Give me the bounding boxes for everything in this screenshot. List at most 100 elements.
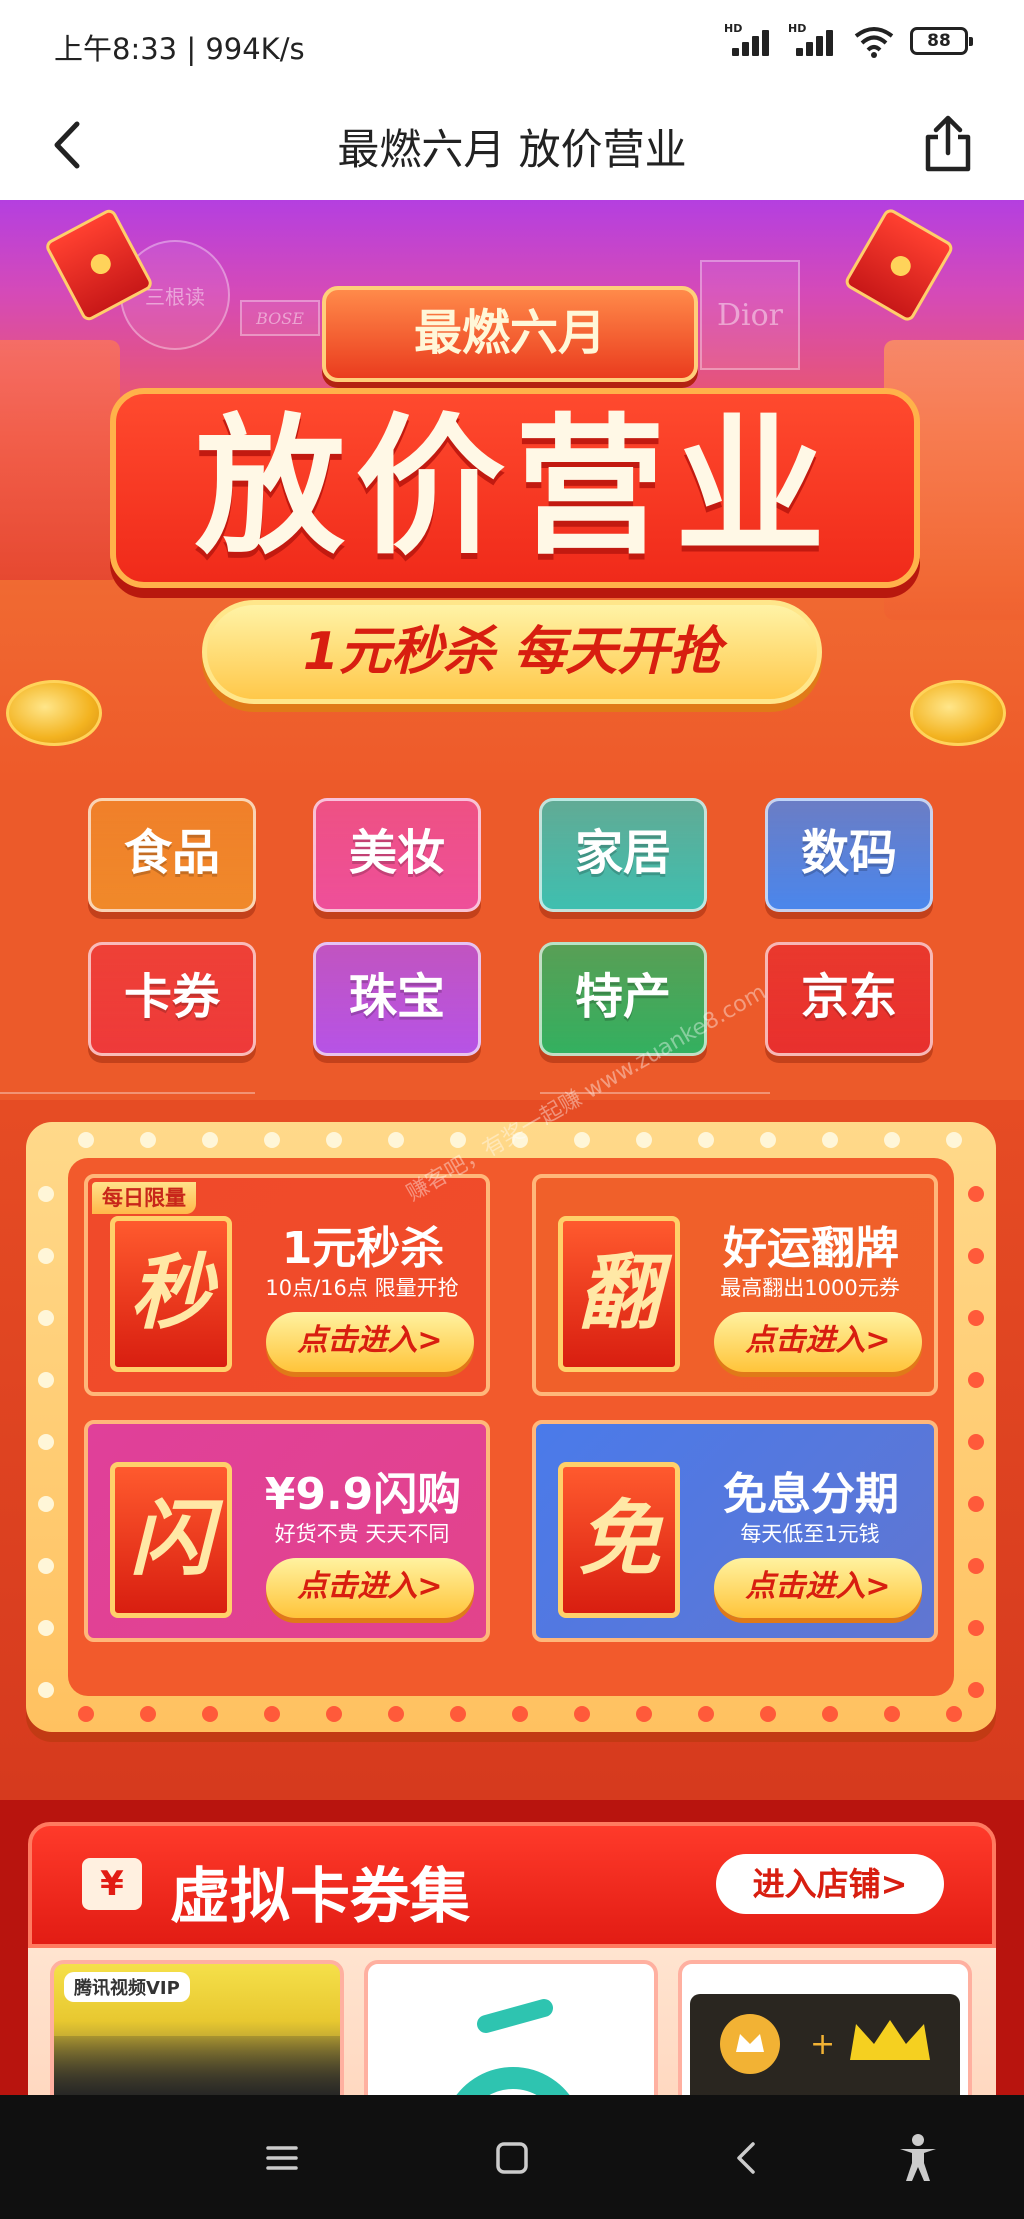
bulb-light [822, 1132, 838, 1148]
hd-label: HD [724, 22, 743, 35]
category-digital[interactable]: 数码 [765, 798, 933, 912]
voucher-card-tencent-video[interactable]: 腾讯视频VIP [50, 1960, 344, 2110]
category-home[interactable]: 家居 [539, 798, 707, 912]
bulb-light [38, 1620, 54, 1636]
status-time: 上午8:33 | 994K/s [54, 32, 305, 66]
shop-sign-bose: BOSE [240, 300, 320, 336]
enter-button[interactable]: 点击进入> [714, 1312, 922, 1372]
bulb-light [968, 1682, 984, 1698]
bulb-light [78, 1706, 94, 1722]
status-bar: 上午8:33 | 994K/s HD HD 88 [0, 0, 1024, 90]
gift-box-decoration [0, 340, 120, 580]
promo-inner: 每日限量 秒 1元秒杀 10点/16点 限量开抢 点击进入> 翻 好运翻牌 最高… [68, 1158, 954, 1696]
bulb-light [822, 1706, 838, 1722]
red-packet-icon [842, 206, 956, 324]
seckill-icon: 秒 [110, 1216, 232, 1372]
bulb-light [946, 1132, 962, 1148]
card-subtitle: 每天低至1元钱 [740, 1522, 880, 1546]
promo-card-installment[interactable]: 免 免息分期 每天低至1元钱 点击进入> [532, 1420, 938, 1642]
card-title: ¥9.9闪购 [264, 1469, 462, 1520]
free-icon: 免 [558, 1462, 680, 1618]
card-title: 1元秒杀 [281, 1223, 445, 1274]
card-subtitle: 好货不贵 天天不同 [274, 1522, 450, 1546]
bulb-light [968, 1248, 984, 1264]
bulb-light [698, 1132, 714, 1148]
promo-card-flash-sale[interactable]: 每日限量 秒 1元秒杀 10点/16点 限量开抢 点击进入> [84, 1174, 490, 1396]
bulb-light [968, 1186, 984, 1202]
bulb-light [140, 1706, 156, 1722]
voucher-section: ¥ 虚拟卡券集 进入店铺> 腾讯视频VIP + [0, 1800, 1024, 2110]
shop-sign-dior: Dior [700, 260, 800, 370]
bulb-light [388, 1706, 404, 1722]
bulb-light [140, 1132, 156, 1148]
category-jd[interactable]: 京东 [765, 942, 933, 1056]
home-button[interactable] [482, 2131, 542, 2185]
bulb-light [264, 1706, 280, 1722]
bulb-light [636, 1132, 652, 1148]
menu-icon [266, 2146, 298, 2170]
gold-coin-icon [910, 680, 1006, 746]
signal-icon-2: HD [788, 22, 838, 58]
bulb-light [202, 1706, 218, 1722]
ticket-icon: ¥ [82, 1858, 142, 1910]
share-icon [925, 115, 971, 172]
bulb-light [968, 1620, 984, 1636]
home-square-icon [496, 2142, 528, 2174]
svg-text:+: + [810, 2027, 835, 2062]
bulb-light [38, 1434, 54, 1450]
wifi-icon [854, 27, 894, 58]
voucher-header: ¥ 虚拟卡券集 进入店铺> [28, 1822, 996, 1948]
daily-limit-tag: 每日限量 [92, 1182, 196, 1214]
bulb-light [512, 1706, 528, 1722]
bulb-light [78, 1132, 94, 1148]
bulb-light [202, 1132, 218, 1148]
bulb-light [326, 1706, 342, 1722]
hero-main-title: 放价营业 [110, 388, 920, 588]
flash-icon: 闪 [110, 1462, 232, 1618]
back-nav-button[interactable] [716, 2131, 776, 2185]
flip-icon: 翻 [558, 1216, 680, 1372]
bulb-light [760, 1706, 776, 1722]
enter-button[interactable]: 点击进入> [266, 1312, 474, 1372]
hd-label: HD [788, 22, 807, 35]
category-jewelry[interactable]: 珠宝 [313, 942, 481, 1056]
bulb-light [574, 1706, 590, 1722]
enter-shop-button[interactable]: 进入店铺> [716, 1854, 944, 1914]
bulb-light [884, 1706, 900, 1722]
voucher-card-2[interactable] [364, 1960, 658, 2110]
hero-banner: 三根读 BOSE Dior 最燃六月 放价营业 1元秒杀 每天开抢 [0, 200, 1024, 780]
title-bar: 最燃六月 放价营业 [0, 90, 1024, 200]
bulb-light [574, 1132, 590, 1148]
category-food[interactable]: 食品 [88, 798, 256, 912]
promo-card-flash-buy[interactable]: 闪 ¥9.9闪购 好货不贵 天天不同 点击进入> [84, 1420, 490, 1642]
bulb-light [38, 1372, 54, 1388]
bulb-light [946, 1706, 962, 1722]
page-title: 最燃六月 放价营业 [337, 125, 687, 174]
promo-frame: 每日限量 秒 1元秒杀 10点/16点 限量开抢 点击进入> 翻 好运翻牌 最高… [26, 1122, 996, 1732]
accessibility-icon [900, 2134, 936, 2181]
signal-icon: HD [724, 22, 774, 58]
member-card-image: + [690, 1994, 960, 2106]
bulb-light [968, 1496, 984, 1512]
accessibility-button[interactable] [888, 2131, 948, 2185]
menu-button[interactable] [252, 2131, 312, 2185]
crown-icon: + [720, 2014, 930, 2074]
category-vouchers[interactable]: 卡券 [88, 942, 256, 1056]
enter-button[interactable]: 点击进入> [714, 1558, 922, 1618]
promo-card-lucky-flip[interactable]: 翻 好运翻牌 最高翻出1000元券 点击进入> [532, 1174, 938, 1396]
tencent-video-label: 腾讯视频VIP [64, 1972, 190, 2002]
bulb-light [264, 1132, 280, 1148]
battery-icon: 88 [910, 27, 973, 55]
share-button[interactable] [916, 106, 980, 182]
category-beauty[interactable]: 美妆 [313, 798, 481, 912]
card-title: 免息分期 [723, 1469, 899, 1520]
bulb-light [326, 1132, 342, 1148]
gold-coin-icon [6, 680, 102, 746]
enter-button[interactable]: 点击进入> [266, 1558, 474, 1618]
bulb-light [38, 1310, 54, 1326]
category-grid: 食品 美妆 家居 数码 卡券 珠宝 特产 京东 [0, 780, 1024, 1100]
voucher-card-3[interactable]: + [678, 1960, 972, 2110]
card-subtitle: 10点/16点 限量开抢 [265, 1276, 459, 1300]
bulb-light [968, 1434, 984, 1450]
bulb-light [968, 1310, 984, 1326]
